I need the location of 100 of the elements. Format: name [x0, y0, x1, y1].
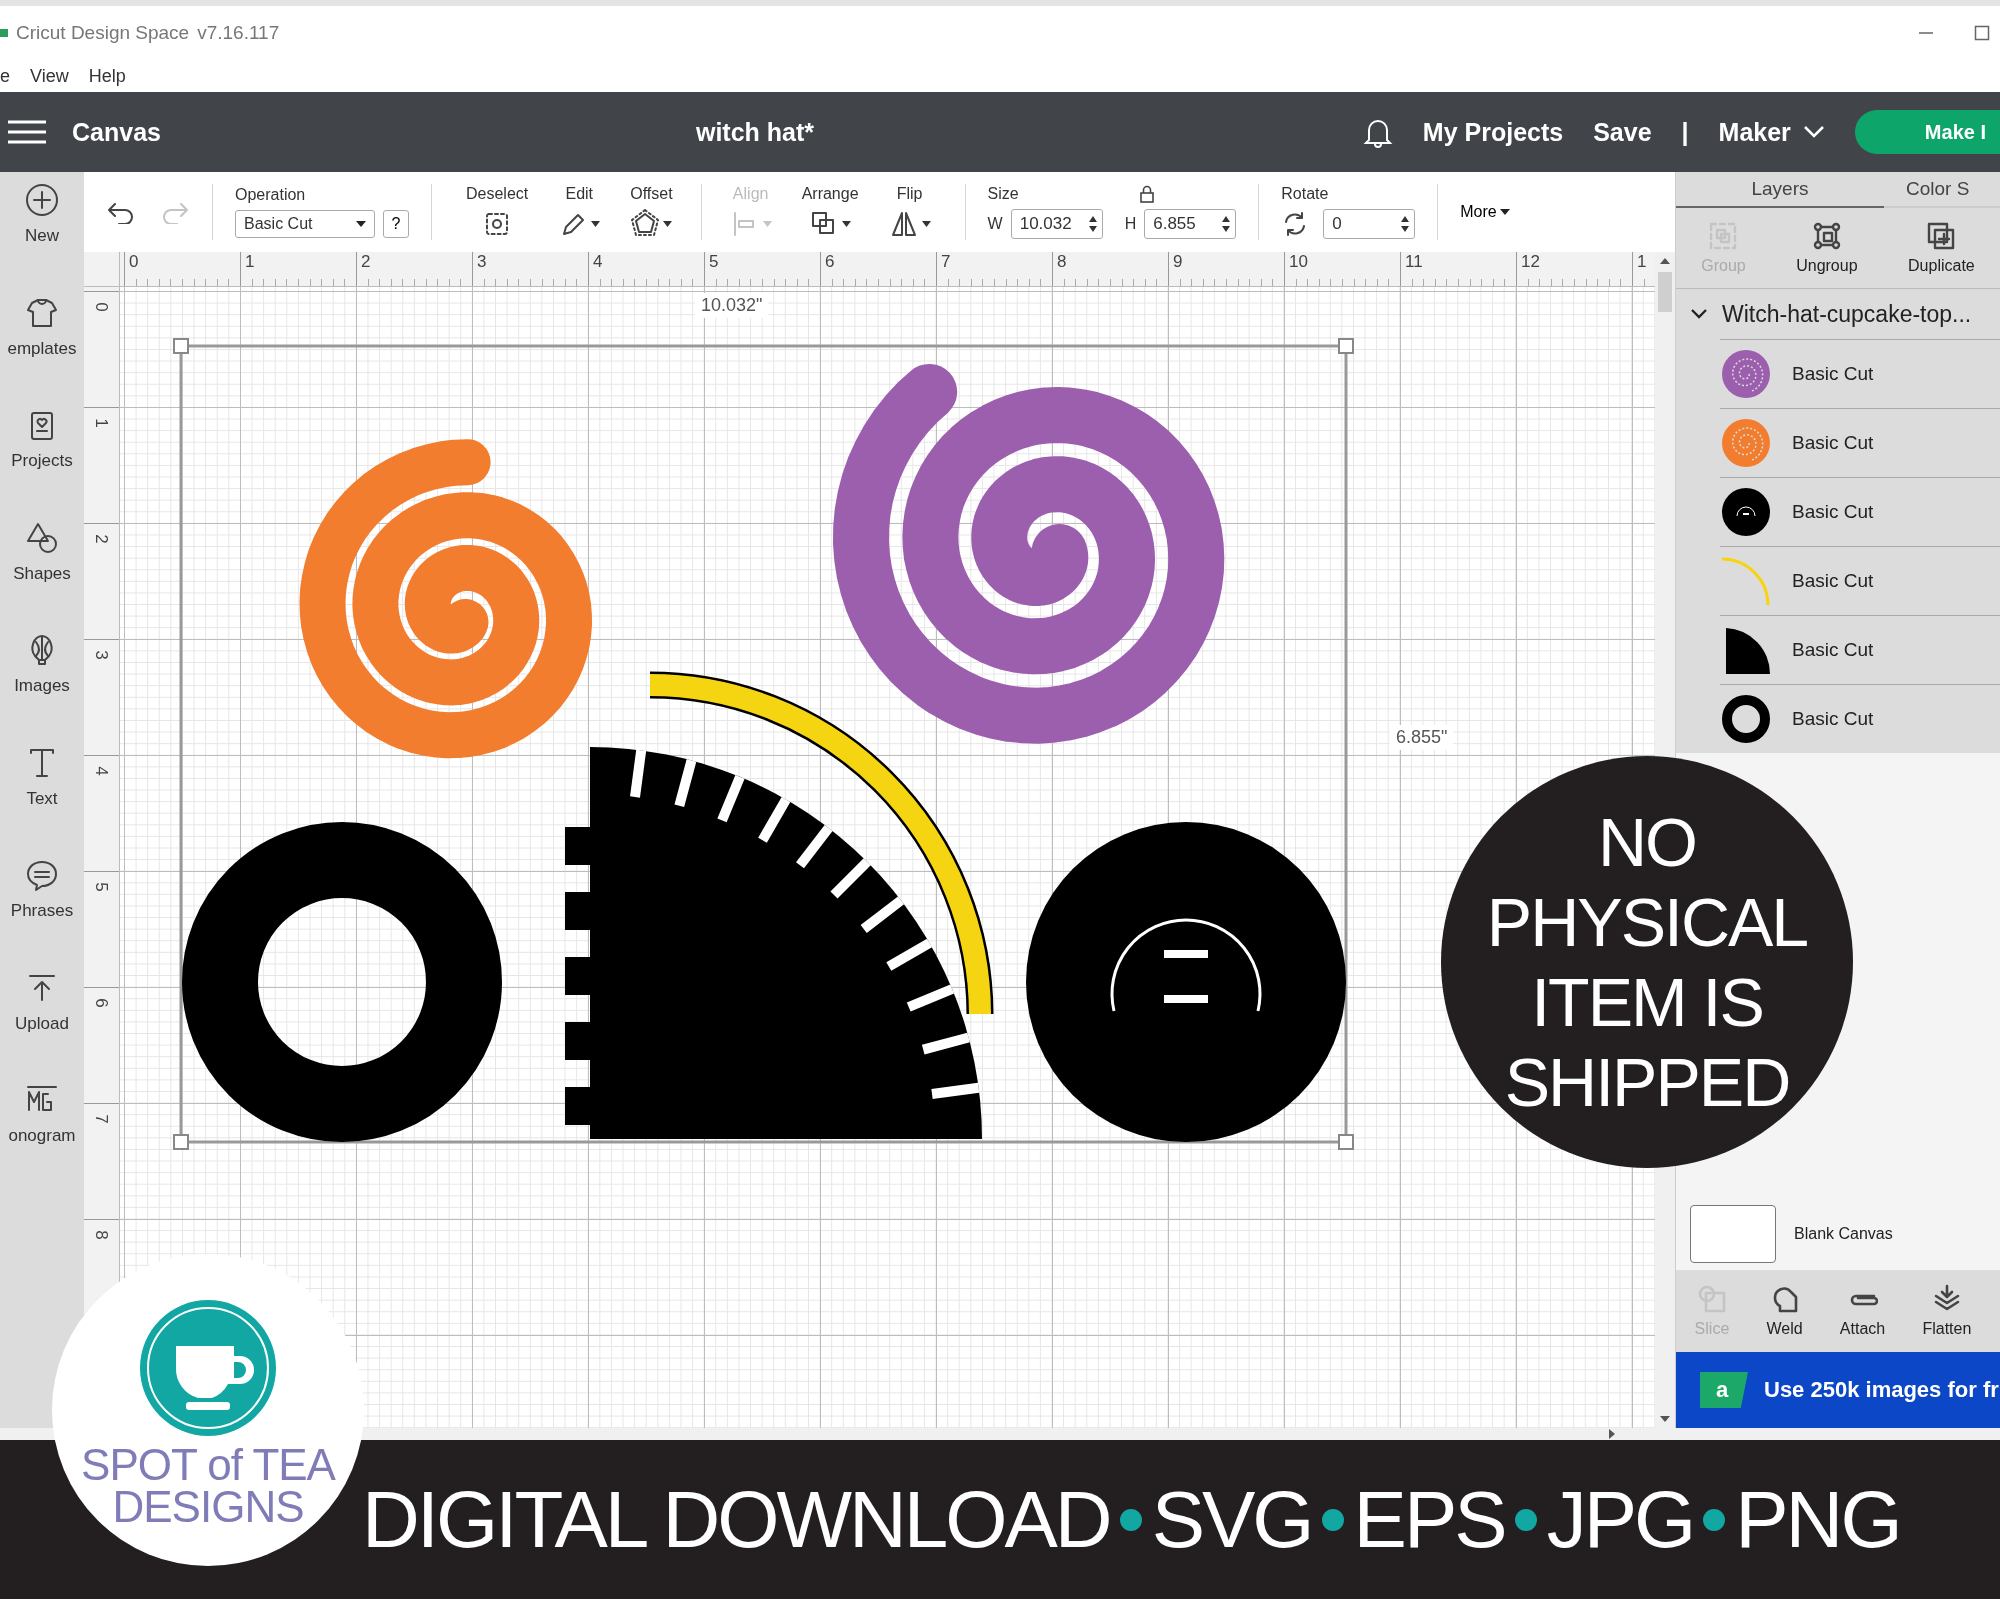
- help-button[interactable]: ?: [383, 210, 409, 238]
- ruler-number: 0: [92, 302, 111, 312]
- ruler-number: 5: [92, 882, 111, 892]
- sidebar-item[interactable]: Projects: [0, 407, 84, 520]
- teacup-icon: [138, 1298, 278, 1438]
- blank-canvas-label: Blank Canvas: [1794, 1225, 1893, 1243]
- menu-item[interactable]: e: [0, 65, 10, 87]
- width-field[interactable]: 10.032: [1010, 209, 1103, 239]
- sidebar-item[interactable]: New: [0, 182, 84, 295]
- size-label: Size: [987, 185, 1019, 203]
- caret-icon: [921, 221, 931, 227]
- layer-group[interactable]: Witch-hat-cupcake-top...: [1676, 289, 2000, 339]
- protractor-shape[interactable]: [565, 747, 982, 1139]
- resize-handle[interactable]: [173, 1134, 189, 1150]
- layer-row[interactable]: Basic Cut: [1720, 477, 2000, 546]
- layer-row[interactable]: Basic Cut: [1720, 546, 2000, 615]
- app-version: v7.16.117: [197, 22, 280, 44]
- resize-handle[interactable]: [1338, 1134, 1354, 1150]
- panel-tool[interactable]: Attach: [1839, 1284, 1886, 1338]
- caret-icon: [1499, 209, 1510, 215]
- bullet-dot: [1119, 1508, 1142, 1531]
- ungroup-icon[interactable]: [1811, 221, 1842, 251]
- selection-box[interactable]: [179, 344, 1348, 1144]
- rotate-field[interactable]: 0: [1323, 209, 1416, 239]
- ruler-number: 4: [92, 766, 111, 776]
- bullet-dot: [1321, 1508, 1344, 1531]
- machine-selector[interactable]: Maker: [1718, 117, 1791, 147]
- pentagon-icon[interactable]: [630, 209, 661, 239]
- operation-dropdown[interactable]: Basic Cut: [235, 210, 375, 238]
- sidebar-item[interactable]: onogram: [0, 1082, 84, 1195]
- resize-handle[interactable]: [1338, 338, 1354, 354]
- project-title: witch hat*: [695, 117, 815, 147]
- toolbar-tool[interactable]: Offset: [618, 185, 685, 239]
- caret-icon: [762, 221, 772, 227]
- ruler-number: 8: [92, 1230, 111, 1240]
- sidebar-item[interactable]: Images: [0, 632, 84, 745]
- bullet-dot: [1703, 1508, 1726, 1531]
- app-icon: [0, 29, 8, 37]
- undo-icon[interactable]: [106, 200, 136, 224]
- sidebar-item[interactable]: Text: [0, 744, 84, 857]
- height-label: H: [1124, 215, 1137, 233]
- header-link[interactable]: My Projects: [1422, 117, 1564, 147]
- stepper-icon[interactable]: [1400, 215, 1411, 233]
- plus-circle-icon: [24, 182, 60, 218]
- panel-action[interactable]: Ungroup: [1796, 221, 1858, 275]
- panel-action[interactable]: Duplicate: [1908, 221, 1975, 275]
- scrollbar-thumb[interactable]: [1658, 272, 1672, 312]
- toolbar-tool[interactable]: Flip: [876, 185, 943, 239]
- height-field[interactable]: 6.855: [1144, 209, 1237, 239]
- format-label: SVG: [1151, 1473, 1312, 1566]
- operation-label: Operation: [235, 186, 307, 204]
- toolbar-tool[interactable]: Edit: [546, 185, 613, 239]
- layer-row[interactable]: Basic Cut: [1720, 339, 2000, 408]
- stepper-icon[interactable]: [1087, 215, 1098, 233]
- promo-banner[interactable]: a Use 250k images for fr: [1676, 1352, 2000, 1428]
- header-link[interactable]: Save: [1593, 117, 1652, 147]
- panel-tab[interactable]: Color S: [1884, 172, 2000, 208]
- spiral-thumbnail: [1720, 348, 1772, 400]
- panel-tool[interactable]: Flatten: [1922, 1284, 1972, 1338]
- sidebar-item[interactable]: emplates: [0, 294, 84, 407]
- sidebar-item[interactable]: Shapes: [0, 519, 84, 632]
- format-label: JPG: [1546, 1473, 1694, 1566]
- lock-icon[interactable]: [1138, 185, 1155, 203]
- ruler-number: 7: [92, 1114, 111, 1124]
- menu-icon[interactable]: [8, 120, 46, 144]
- arc-shape[interactable]: [649, 671, 994, 1015]
- badge-thumbnail: [1720, 486, 1772, 538]
- panel-tool[interactable]: Weld: [1766, 1284, 1803, 1338]
- maximize-icon[interactable]: [1974, 25, 1990, 41]
- stepper-icon[interactable]: [1221, 215, 1232, 233]
- section-title: Canvas: [72, 117, 161, 147]
- ring-thumbnail: [1720, 693, 1772, 745]
- scroll-up-icon[interactable]: [1660, 258, 1670, 264]
- menu-item[interactable]: Help: [88, 65, 126, 87]
- width-label: W: [987, 215, 1003, 233]
- layer-row[interactable]: Basic Cut: [1720, 615, 2000, 684]
- toolbar-tool[interactable]: Deselect: [454, 185, 541, 239]
- format-label: PNG: [1735, 1473, 1900, 1566]
- scroll-down-icon[interactable]: [1660, 1416, 1670, 1422]
- blank-canvas-swatch[interactable]: [1690, 1205, 1776, 1263]
- resize-handle[interactable]: [173, 338, 189, 354]
- spiral-shape[interactable]: [833, 363, 1225, 744]
- round-badge-shape[interactable]: [1026, 822, 1346, 1142]
- promo-text: Use 250k images for fr: [1764, 1377, 1999, 1403]
- spiral-thumbnail: [1720, 417, 1772, 469]
- scroll-right-icon[interactable]: [1609, 1429, 1615, 1439]
- ring-shape[interactable]: [182, 822, 502, 1142]
- panel-tab[interactable]: Layers: [1676, 172, 1884, 208]
- duplicate-icon[interactable]: [1926, 221, 1957, 251]
- header-separator: |: [1681, 117, 1689, 147]
- chevron-down-icon[interactable]: [1690, 308, 1708, 320]
- more-button[interactable]: More: [1460, 203, 1510, 221]
- menu-item[interactable]: View: [30, 65, 69, 87]
- caret-icon: [591, 221, 601, 227]
- toolbar-tool[interactable]: Arrange: [789, 185, 871, 239]
- sidebar-item[interactable]: Phrases: [0, 857, 84, 970]
- app-title: Cricut Design Space: [16, 22, 190, 44]
- layer-row[interactable]: Basic Cut: [1720, 408, 2000, 477]
- sidebar-item[interactable]: Upload: [0, 969, 84, 1082]
- ruler-number: 3: [92, 650, 111, 660]
